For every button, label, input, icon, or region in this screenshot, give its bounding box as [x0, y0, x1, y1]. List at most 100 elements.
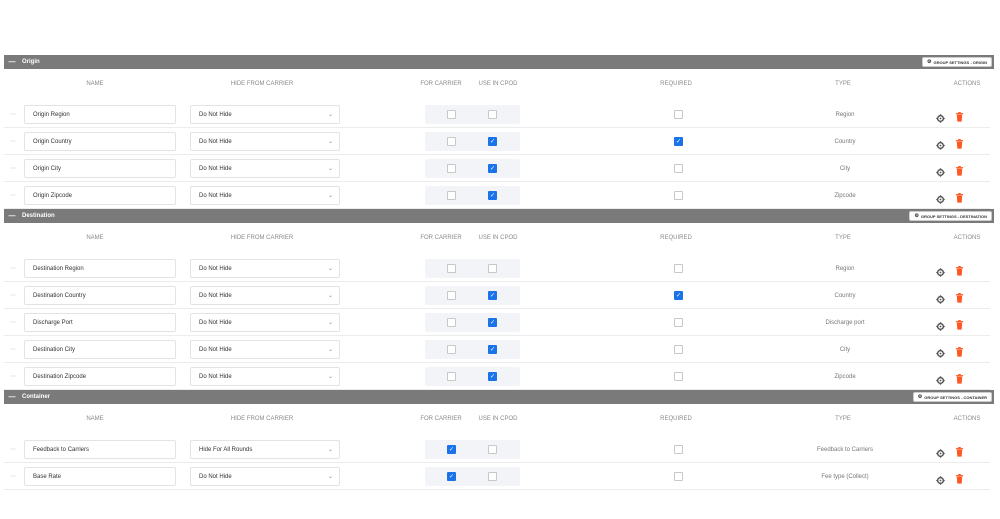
required-checkbox[interactable] — [674, 110, 683, 119]
hide-from-carrier-select[interactable]: Do Not Hide ⌄ — [190, 159, 340, 178]
required-checkbox[interactable] — [674, 191, 683, 200]
required-checkbox[interactable] — [674, 445, 683, 454]
required-checkbox[interactable] — [674, 345, 683, 354]
hide-from-carrier-select[interactable]: Do Not Hide ⌄ — [190, 186, 340, 205]
group-settings-button[interactable]: ⚙ GROUP SETTINGS - ORIGIN — [922, 57, 992, 67]
gear-icon[interactable] — [936, 291, 945, 304]
drag-handle-icon[interactable]: ⋯ — [10, 319, 16, 326]
drag-handle-icon[interactable]: ⋯ — [10, 111, 16, 118]
drag-handle-icon[interactable]: ⋯ — [10, 446, 16, 453]
trash-icon[interactable] — [955, 471, 964, 484]
field-type: Region — [835, 266, 855, 272]
drag-handle-icon[interactable]: ⋯ — [10, 265, 16, 272]
hide-from-carrier-select[interactable]: Hide For All Rounds ⌄ — [190, 440, 340, 459]
use-in-cpod-checkbox[interactable]: ✓ — [488, 318, 497, 327]
required-checkbox[interactable] — [674, 164, 683, 173]
for-carrier-checkbox[interactable]: ✓ — [447, 445, 456, 454]
required-checkbox[interactable]: ✓ — [674, 137, 683, 146]
drag-handle-icon[interactable]: ⋯ — [10, 192, 16, 199]
required-checkbox[interactable] — [674, 372, 683, 381]
hide-from-carrier-select[interactable]: Do Not Hide ⌄ — [190, 259, 340, 278]
for-carrier-checkbox[interactable] — [447, 264, 456, 273]
group-settings-button[interactable]: ⚙ GROUP SETTINGS - CONTAINER — [912, 392, 992, 402]
drag-handle-icon[interactable]: ⋯ — [10, 346, 16, 353]
for-carrier-checkbox[interactable] — [447, 137, 456, 146]
gear-icon[interactable] — [936, 110, 945, 123]
use-in-cpod-checkbox[interactable]: ✓ — [488, 291, 497, 300]
trash-icon[interactable] — [955, 136, 964, 149]
hide-from-carrier-select[interactable]: Do Not Hide ⌄ — [190, 286, 340, 305]
use-in-cpod-checkbox[interactable]: ✓ — [488, 191, 497, 200]
required-checkbox[interactable] — [674, 318, 683, 327]
gear-icon[interactable] — [936, 137, 945, 150]
group-header-origin[interactable]: — Origin ⚙ GROUP SETTINGS - ORIGIN — [4, 55, 994, 69]
field-name-input[interactable]: Destination City — [24, 340, 176, 359]
hide-from-carrier-select[interactable]: Do Not Hide ⌄ — [190, 105, 340, 124]
gear-icon[interactable] — [936, 345, 945, 358]
field-name-input[interactable]: Destination Country — [24, 286, 176, 305]
field-name-input[interactable]: Destination Region — [24, 259, 176, 278]
field-name-input[interactable]: Destination Zipcode — [24, 367, 176, 386]
gear-icon[interactable] — [936, 264, 945, 277]
hide-from-carrier-select[interactable]: Do Not Hide ⌄ — [190, 132, 340, 151]
for-carrier-checkbox[interactable] — [447, 110, 456, 119]
use-in-cpod-checkbox[interactable] — [488, 472, 497, 481]
gear-icon[interactable] — [936, 445, 945, 458]
use-in-cpod-checkbox[interactable]: ✓ — [488, 164, 497, 173]
use-in-cpod-checkbox[interactable] — [488, 110, 497, 119]
trash-icon[interactable] — [955, 317, 964, 330]
gear-icon[interactable] — [936, 164, 945, 177]
use-in-cpod-checkbox[interactable]: ✓ — [488, 372, 497, 381]
drag-handle-icon[interactable]: ⋯ — [10, 165, 16, 172]
trash-icon[interactable] — [955, 444, 964, 457]
drag-handle-icon[interactable]: ⋯ — [10, 292, 16, 299]
trash-icon[interactable] — [955, 190, 964, 203]
required-checkbox[interactable]: ✓ — [674, 291, 683, 300]
use-in-cpod-checkbox[interactable] — [488, 445, 497, 454]
trash-icon[interactable] — [955, 290, 964, 303]
group-header-container[interactable]: — Container ⚙ GROUP SETTINGS - CONTAINER — [4, 390, 994, 404]
collapse-icon[interactable]: — — [6, 394, 18, 401]
group-settings-button[interactable]: ⚙ GROUP SETTINGS - DESTINATION — [909, 211, 992, 221]
field-name-input[interactable]: Discharge Port — [24, 313, 176, 332]
gear-icon[interactable] — [936, 372, 945, 385]
hide-from-carrier-select[interactable]: Do Not Hide ⌄ — [190, 467, 340, 486]
field-name-input[interactable]: Origin City — [24, 159, 176, 178]
group-title: Origin — [22, 59, 40, 65]
for-carrier-checkbox[interactable] — [447, 164, 456, 173]
gear-icon[interactable] — [936, 472, 945, 485]
trash-icon[interactable] — [955, 163, 964, 176]
field-name-input[interactable]: Origin Zipcode — [24, 186, 176, 205]
use-in-cpod-checkbox[interactable]: ✓ — [488, 137, 497, 146]
field-name-input[interactable]: Origin Region — [24, 105, 176, 124]
trash-icon[interactable] — [955, 109, 964, 122]
for-carrier-checkbox[interactable] — [447, 191, 456, 200]
field-name-input[interactable]: Origin Country — [24, 132, 176, 151]
trash-icon[interactable] — [955, 371, 964, 384]
for-carrier-checkbox[interactable] — [447, 318, 456, 327]
field-name-input[interactable]: Feedback to Carriers — [24, 440, 176, 459]
for-carrier-checkbox[interactable] — [447, 291, 456, 300]
trash-icon[interactable] — [955, 344, 964, 357]
hide-from-carrier-select[interactable]: Do Not Hide ⌄ — [190, 367, 340, 386]
hide-from-carrier-select[interactable]: Do Not Hide ⌄ — [190, 313, 340, 332]
trash-icon[interactable] — [955, 263, 964, 276]
collapse-icon[interactable]: — — [6, 59, 18, 66]
group-header-destination[interactable]: — Destination ⚙ GROUP SETTINGS - DESTINA… — [4, 209, 994, 223]
gear-icon[interactable] — [936, 191, 945, 204]
required-checkbox[interactable] — [674, 472, 683, 481]
required-checkbox[interactable] — [674, 264, 683, 273]
collapse-icon[interactable]: — — [6, 213, 18, 220]
use-in-cpod-checkbox[interactable]: ✓ — [488, 345, 497, 354]
hide-from-carrier-select[interactable]: Do Not Hide ⌄ — [190, 340, 340, 359]
drag-handle-icon[interactable]: ⋯ — [10, 473, 16, 480]
drag-handle-icon[interactable]: ⋯ — [10, 373, 16, 380]
drag-handle-icon[interactable]: ⋯ — [10, 138, 16, 145]
for-carrier-checkbox[interactable]: ✓ — [447, 472, 456, 481]
gear-icon[interactable] — [936, 318, 945, 331]
chevron-down-icon: ⌄ — [327, 474, 333, 480]
for-carrier-checkbox[interactable] — [447, 372, 456, 381]
use-in-cpod-checkbox[interactable] — [488, 264, 497, 273]
field-name-input[interactable]: Base Rate — [24, 467, 176, 486]
for-carrier-checkbox[interactable] — [447, 345, 456, 354]
